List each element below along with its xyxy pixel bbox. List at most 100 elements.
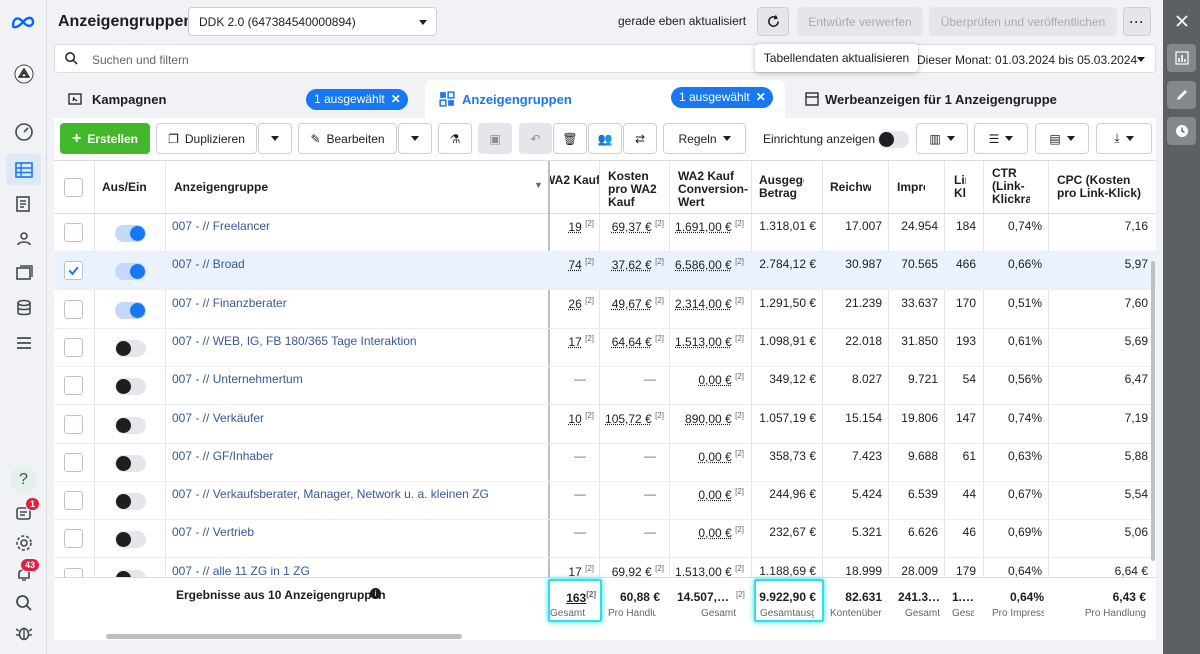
create-button[interactable]: + Erstellen [60,123,150,154]
pages-icon[interactable] [12,192,35,215]
adset-name-link[interactable]: 007 - // Freelancer [172,219,270,233]
rules-button[interactable]: Regeln [663,123,746,154]
row-checkbox[interactable] [64,337,83,357]
tab-campaigns[interactable]: Kampagnen 1 ausgewählt ✕ [54,80,420,118]
breakdown-button[interactable]: ☰ [974,123,1028,154]
dashboard-icon[interactable] [12,120,35,143]
col-onoff[interactable]: Aus/Ein [102,181,147,194]
table-row[interactable]: 007 - // Broad 74 [2] 37,62 € [2] 6.586,00 … [54,252,1156,291]
bar-chart-icon[interactable] [1167,44,1196,72]
adset-name-link[interactable]: 007 - // Verkaufsberater, Manager, Netwo… [172,487,489,501]
settings-gear-icon[interactable] [12,531,35,554]
people-button[interactable]: 👥 [588,123,622,154]
campaigns-selected-pill[interactable]: 1 ausgewählt ✕ [306,89,408,110]
account-avatar-icon[interactable] [12,62,35,85]
adsets-selected-pill[interactable]: 1 ausgewählt ✕ [671,87,773,108]
col-value[interactable]: WA2 Kauf Conversion-Wert [678,170,750,209]
row-checkbox[interactable] [64,223,83,242]
row-checkbox[interactable] [64,452,83,472]
col-reach[interactable]: Reichweite [830,181,871,195]
export-button[interactable]: ⤓ [1096,123,1152,154]
refresh-button[interactable] [757,7,789,36]
history-clock-icon[interactable] [1167,117,1196,145]
adset-name-link[interactable]: 007 - // Unternehmertum [172,372,303,386]
discard-drafts-button[interactable]: Entwürfe verwerfen [797,7,923,36]
table-row[interactable]: 007 - // WEB, IG, FB 180/365 Tage Intera… [54,329,1156,367]
row-checkbox[interactable] [64,299,83,319]
close-icon[interactable] [1167,7,1196,35]
review-publish-button[interactable]: Überprüfen und veröffentlichen [929,7,1117,36]
account-selector[interactable]: DDK 2.0 (647384540000894) [188,7,437,36]
ab-test-button[interactable]: ⚗ [438,123,472,154]
delete-button[interactable]: 🗑 [553,123,587,154]
clipboard-button[interactable]: ▣ [478,123,512,154]
row-checkbox[interactable] [64,376,83,396]
adset-name-link[interactable]: 007 - // GF/Inhaber [172,449,273,463]
col-spent[interactable]: Ausgegebener Betrag [759,174,804,202]
status-toggle[interactable] [115,493,146,511]
row-checkbox[interactable] [64,414,83,434]
status-toggle[interactable] [115,378,146,396]
col-impr[interactable]: Impressionen [897,181,925,195]
table-row[interactable]: 007 - // GF/Inhaber — — 0,00 € [2] 358,73 € 7… [54,444,1156,482]
col-lc[interactable]: Link-Klicks [954,174,966,202]
adset-name-link[interactable]: 007 - // Verkäufer [172,411,264,425]
share-button[interactable]: ⇄ [623,123,657,154]
status-toggle[interactable] [115,225,146,242]
table-row[interactable]: 007 - // Finanzberater 26 [2] 49,67 € [2] 2… [54,291,1156,329]
table-row[interactable]: 007 - // Unternehmertum — — 0,00 € [2] 349,1… [54,367,1156,406]
adset-name-link[interactable]: 007 - // alle 11 ZG in 1 ZG [172,564,310,578]
status-toggle[interactable] [115,339,146,357]
col-cost[interactable]: Kosten pro WA2 Kauf [608,170,668,209]
help-icon[interactable]: ? [10,466,37,493]
meta-logo-icon[interactable] [9,10,37,33]
search-filter-bar[interactable]: Suchen und filtern Dieser Monat: 01.03.2… [54,44,1156,73]
reports-button[interactable]: ▤ [1035,123,1089,154]
select-all-checkbox[interactable] [64,178,83,197]
table-row[interactable]: 007 - // Freelancer 19 [2] 69,37 € [2] 1.69… [54,214,1156,252]
media-library-icon[interactable] [12,261,35,284]
table-row[interactable]: 007 - // Vertrieb — — 0,00 € [2] 232,67 € 5.3… [54,520,1156,559]
setup-toggle[interactable] [878,131,909,148]
undo-button[interactable]: ↶ [519,123,552,154]
status-toggle[interactable] [115,454,146,472]
status-toggle[interactable] [115,263,146,281]
col-ctr[interactable]: CTR (Link-Klickrate) [992,167,1030,209]
bug-report-icon[interactable] [12,621,35,644]
sort-chevron-icon[interactable]: ▼ [534,179,543,192]
columns-button[interactable]: ▥ [916,123,968,154]
database-icon[interactable] [12,296,35,319]
col-adset[interactable]: Anzeigengruppe [174,181,268,194]
adset-name-link[interactable]: 007 - // WEB, IG, FB 180/365 Tage Intera… [172,334,417,348]
search-input[interactable]: Suchen und filtern [92,53,189,67]
date-range-selector[interactable]: Dieser Monat: 01.03.2024 bis 05.03.2024 [917,53,1137,67]
status-toggle[interactable] [115,416,146,434]
adset-name-link[interactable]: 007 - // Finanzberater [172,296,287,310]
info-icon[interactable]: i [370,588,381,599]
tab-ads[interactable]: Werbeanzeigen für 1 Anzeigengruppe [791,80,1156,118]
close-icon[interactable]: ✕ [391,92,401,106]
more-options-button[interactable]: ··· [1123,7,1151,36]
horizontal-scrollbar[interactable] [106,634,462,639]
adset-name-link[interactable]: 007 - // Vertrieb [172,525,254,539]
row-checkbox[interactable] [64,529,83,549]
table-row[interactable]: 007 - // Verkäufer 10 [2] 105,72 € [2] 890,… [54,406,1156,444]
table-row[interactable]: 007 - // Verkaufsberater, Manager, Netwo… [54,482,1156,521]
row-checkbox[interactable] [64,261,83,281]
status-toggle[interactable] [115,531,146,549]
row-checkbox[interactable] [64,491,83,511]
col-wa2[interactable]: WA2 Kauf [550,174,600,204]
edit-pencil-icon[interactable] [1167,81,1196,109]
close-icon[interactable]: ✕ [756,90,766,104]
adset-name-link[interactable]: 007 - // Broad [172,257,245,271]
menu-icon[interactable] [12,331,35,354]
edit-button[interactable]: ✎ Bearbeiten [298,123,397,154]
duplicate-dropdown[interactable] [258,123,292,154]
vertical-scrollbar[interactable] [1151,261,1155,561]
col-cpc[interactable]: CPC (Kosten pro Link-Klick) [1057,174,1147,200]
edit-dropdown[interactable] [398,123,432,154]
audiences-icon[interactable] [12,227,35,250]
table-icon[interactable] [6,154,41,185]
status-toggle[interactable] [115,301,146,319]
tab-adsets[interactable]: Anzeigengruppen 1 ausgewählt ✕ [425,80,785,118]
